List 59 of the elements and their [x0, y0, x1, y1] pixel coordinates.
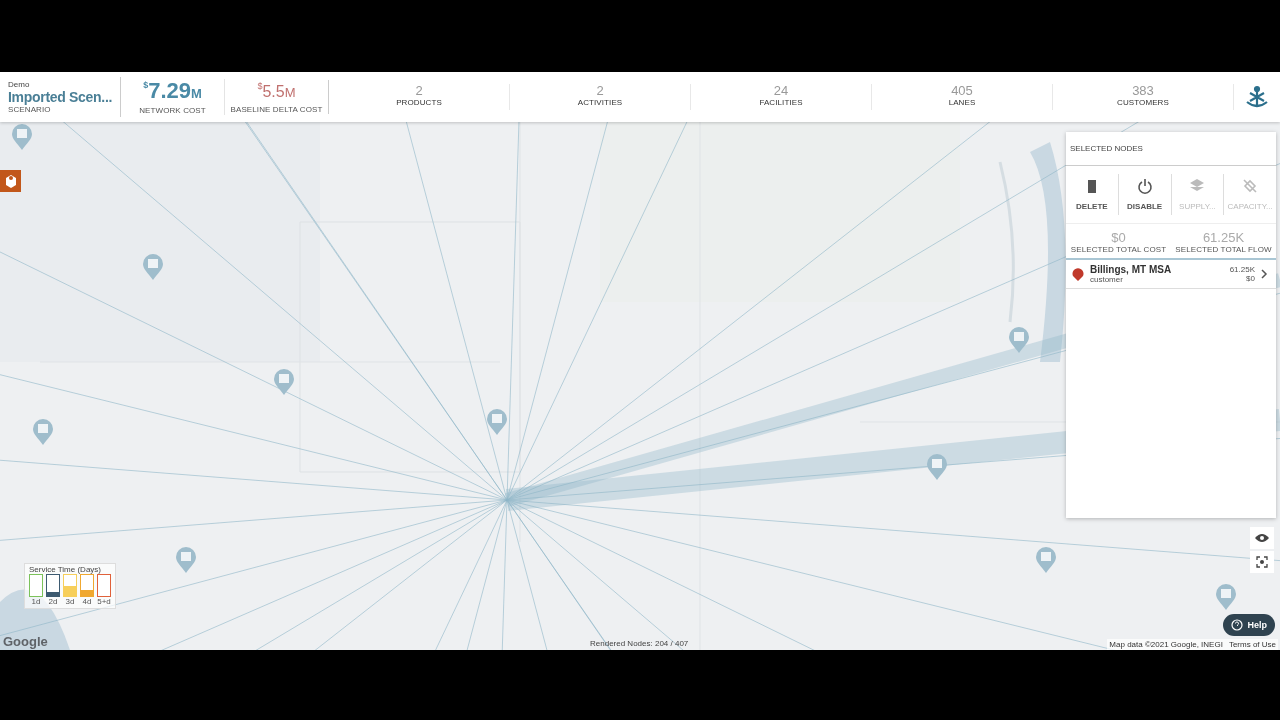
- total-label: SELECTED TOTAL FLOW: [1175, 245, 1272, 254]
- stat-value: 383: [1132, 84, 1154, 98]
- facility-pin-icon[interactable]: [1215, 583, 1237, 611]
- question-icon: [1231, 619, 1244, 631]
- node-cost: $0: [1246, 274, 1255, 283]
- total-value: $0: [1111, 230, 1126, 245]
- map-attribution: Map data ©2021 Google, INEGI: [1109, 640, 1223, 649]
- stat-label: PRODUCTS: [396, 98, 442, 107]
- chevron-icon: [1261, 269, 1268, 279]
- stat-value: 24: [773, 84, 789, 98]
- cost-value: $^{$}$5.5M: [257, 80, 296, 102]
- facility-pin-icon[interactable]: [926, 453, 948, 481]
- node-row[interactable]: Billings, MT MSA customer 61.25K $0: [1066, 260, 1276, 289]
- legend-label: 2d: [48, 597, 58, 606]
- legend-label: 1d: [31, 597, 41, 606]
- eye-icon[interactable]: [1250, 527, 1274, 549]
- google-logo: Google: [3, 634, 48, 649]
- layers-icon: [1189, 178, 1206, 194]
- project-name: Demo: [8, 80, 31, 89]
- total-value: 61.25K: [1202, 230, 1245, 245]
- stat-label: CUSTOMERS: [1117, 98, 1169, 107]
- rendered-count: Rendered Nodes: 204 / 407: [590, 639, 689, 648]
- facility-pin-icon[interactable]: [1035, 546, 1057, 574]
- legend-title: Service Time (Days): [29, 565, 102, 574]
- stat-label: LANES: [948, 98, 976, 107]
- panel-title: SELECTED NODES: [1066, 132, 1276, 166]
- node-name: Billings, MT MSA: [1090, 264, 1173, 275]
- node-type: customer: [1090, 275, 1124, 284]
- node-flow: 61.25K: [1229, 265, 1255, 274]
- sextant-icon[interactable]: [1244, 85, 1270, 109]
- facility-pin-icon[interactable]: [142, 253, 164, 281]
- stat-value: 405: [951, 84, 973, 98]
- facility-pin-icon[interactable]: [175, 546, 197, 574]
- legend-label: 4d: [82, 597, 92, 606]
- focus-icon[interactable]: [1250, 551, 1274, 573]
- cost-label: NETWORK COST: [139, 106, 206, 115]
- facility-toggle-icon[interactable]: [0, 170, 21, 192]
- stat-value: 2: [415, 84, 423, 98]
- legend-label: 3d: [65, 597, 75, 606]
- action-button[interactable]: DELETE: [1066, 174, 1119, 215]
- total-label: SELECTED TOTAL COST: [1070, 245, 1167, 254]
- facility-pin-icon[interactable]: [273, 368, 295, 396]
- facility-pin-icon[interactable]: [1008, 326, 1030, 354]
- terms-link[interactable]: Terms of Use: [1228, 640, 1276, 649]
- stat-value: 2: [596, 84, 604, 98]
- scenario-label: SCENARIO: [8, 105, 52, 114]
- facility-pin-icon[interactable]: [11, 123, 33, 151]
- legend-label: 5+d: [97, 597, 111, 606]
- facility-pin-icon[interactable]: [486, 408, 508, 436]
- scenario-dropdown[interactable]: Imported Scen...: [8, 89, 114, 105]
- stat-label: FACILITIES: [759, 98, 803, 107]
- crossed-icon: [1242, 178, 1259, 194]
- stat-label: ACTIVITIES: [577, 98, 623, 107]
- cost-label: BASELINE DELTA COST: [230, 105, 323, 114]
- action-button[interactable]: DISABLE: [1118, 174, 1172, 215]
- cost-value: $^{$}$7.29M: [143, 79, 202, 105]
- help-button[interactable]: Help: [1223, 614, 1275, 636]
- facility-pin-icon[interactable]: [32, 418, 54, 446]
- power-icon: [1136, 178, 1153, 194]
